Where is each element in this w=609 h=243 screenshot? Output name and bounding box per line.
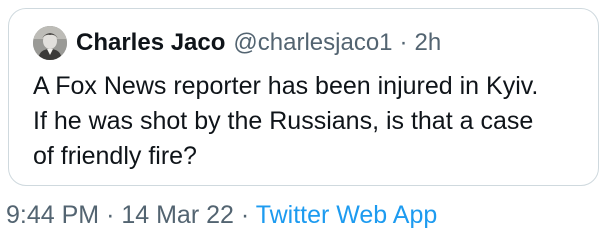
header-separator: · [399, 29, 408, 56]
profile-photo-icon [33, 26, 67, 60]
tweet-text-line: A Fox News reporter has been injured in … [33, 72, 539, 100]
tweet-text-line: of friendly fire? [33, 142, 197, 170]
tweet-time[interactable]: 9:44 PM [6, 201, 99, 229]
meta-separator: · [106, 201, 115, 229]
meta-separator: · [240, 201, 250, 229]
quoted-tweet-text: A Fox News reporter has been injured in … [33, 69, 589, 174]
quoted-tweet-header: Charles Jaco @charlesjaco1 · 2h [33, 25, 441, 61]
author-name[interactable]: Charles Jaco [76, 29, 225, 57]
tweet-date[interactable]: 14 Mar 22 [121, 201, 234, 229]
quoted-tweet-time[interactable]: 2h [415, 29, 442, 57]
quoted-tweet-card[interactable]: Charles Jaco @charlesjaco1 · 2h A Fox Ne… [8, 8, 599, 186]
author-avatar[interactable] [33, 26, 67, 60]
tweet-meta: 9:44 PM · 14 Mar 22 · Twitter Web App [6, 199, 437, 231]
tweet-text-line: If he was shot by the Russians, is that … [33, 107, 534, 135]
author-handle[interactable]: @charlesjaco1 [233, 29, 392, 57]
tweet-source-link[interactable]: Twitter Web App [256, 201, 438, 229]
